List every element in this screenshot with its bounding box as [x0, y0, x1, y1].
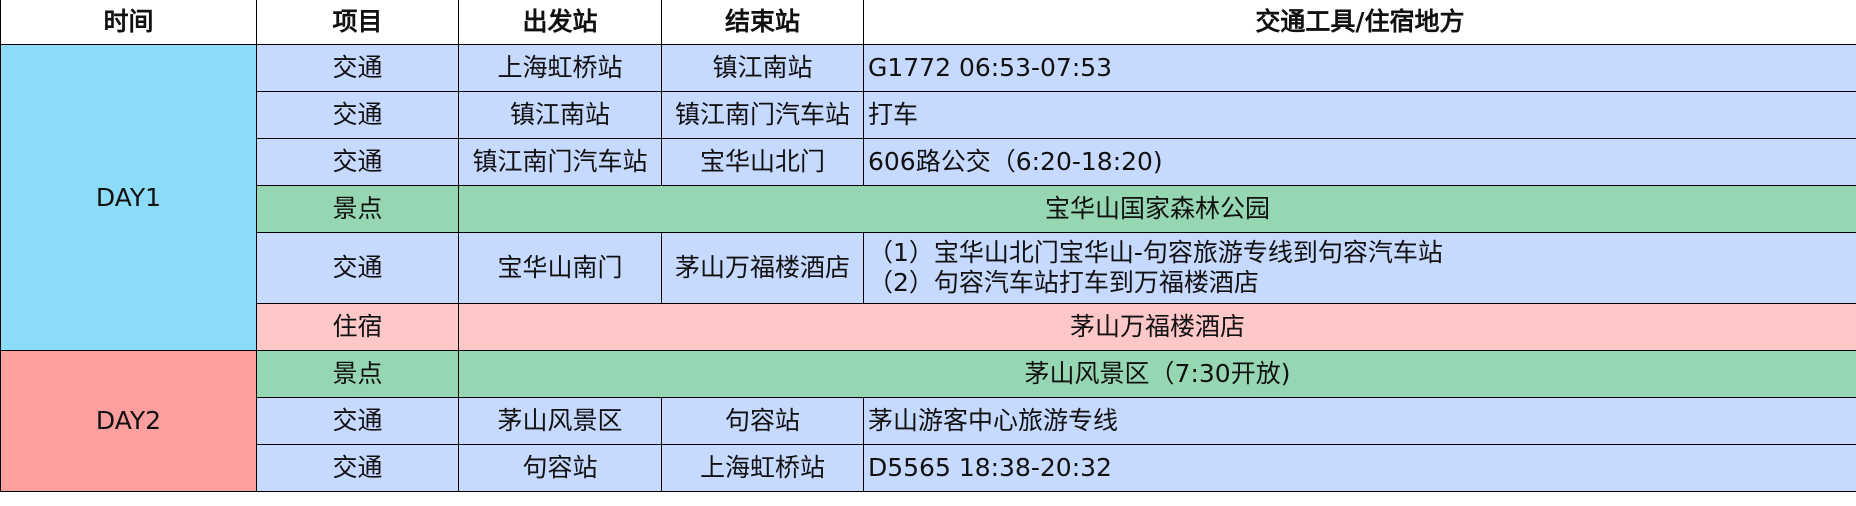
table-row: 住宿 茅山万福楼酒店	[1, 303, 1856, 351]
scenic-detail-cell: 茅山风景区（7:30开放)	[458, 350, 1856, 398]
detail-cell: 606路公交（6:20-18:20)	[863, 138, 1856, 186]
detail-cell: 打车	[863, 91, 1856, 139]
table-row: 交通 句容站 上海虹桥站 D5565 18:38-20:32	[1, 444, 1856, 492]
from-cell: 镇江南站	[458, 91, 662, 139]
detail-cell: G1772 06:53-07:53	[863, 44, 1856, 92]
from-cell: 上海虹桥站	[458, 44, 662, 92]
day1-cell: DAY1	[0, 44, 257, 351]
item-cell: 交通	[256, 444, 459, 492]
to-cell: 茅山万福楼酒店	[661, 232, 864, 304]
table-row: 交通 宝华山南门 茅山万福楼酒店 （1）宝华山北门宝华山-句容旅游专线到句容汽车…	[1, 232, 1856, 304]
item-cell: 住宿	[256, 303, 459, 351]
detail-cell: D5565 18:38-20:32	[863, 444, 1856, 492]
from-cell: 茅山风景区	[458, 397, 662, 445]
table-row: DAY1 交通 上海虹桥站 镇江南站 G1772 06:53-07:53	[0, 44, 1856, 351]
detail-cell: 茅山游客中心旅游专线	[863, 397, 1856, 445]
to-cell: 句容站	[661, 397, 864, 445]
item-cell: 交通	[256, 232, 459, 304]
to-cell: 宝华山北门	[661, 138, 864, 186]
item-cell: 交通	[256, 91, 459, 139]
to-cell: 上海虹桥站	[661, 444, 864, 492]
item-cell: 交通	[256, 138, 459, 186]
from-cell: 句容站	[458, 444, 662, 492]
item-cell: 景点	[256, 350, 459, 398]
header-detail: 交通工具/住宿地方	[863, 0, 1856, 45]
header-item: 项目	[256, 0, 459, 45]
table-row: 景点 宝华山国家森林公园	[1, 185, 1856, 233]
scenic-detail-cell: 宝华山国家森林公园	[458, 185, 1856, 233]
to-cell: 镇江南站	[661, 44, 864, 92]
table-row: 交通 镇江南门汽车站 宝华山北门 606路公交（6:20-18:20)	[1, 138, 1856, 186]
table-row: DAY2 景点 茅山风景区（7:30开放)	[0, 350, 1856, 492]
table-row: 交通 镇江南站 镇江南门汽车站 打车	[1, 91, 1856, 139]
itinerary-table: 时间 项目 出发站 结束站 交通工具/住宿地方 DAY1 交通 上海虹桥站 镇江…	[0, 0, 1856, 492]
detail-line: （1）宝华山北门宝华山-句容旅游专线到句容汽车站	[868, 238, 1443, 267]
detail-cell: （1）宝华山北门宝华山-句容旅游专线到句容汽车站 （2）句容汽车站打车到万福楼酒…	[863, 232, 1856, 304]
item-cell: 交通	[256, 397, 459, 445]
header-row: 时间 项目 出发站 结束站 交通工具/住宿地方	[0, 0, 1856, 45]
to-cell: 镇江南门汽车站	[661, 91, 864, 139]
header-from: 出发站	[458, 0, 662, 45]
header-to: 结束站	[661, 0, 864, 45]
item-cell: 交通	[256, 44, 459, 92]
lodging-detail-cell: 茅山万福楼酒店	[458, 303, 1856, 351]
from-cell: 宝华山南门	[458, 232, 662, 304]
day2-cell: DAY2	[0, 350, 257, 492]
from-cell: 镇江南门汽车站	[458, 138, 662, 186]
item-cell: 景点	[256, 185, 459, 233]
header-time: 时间	[0, 0, 257, 45]
table-row: 交通 茅山风景区 句容站 茅山游客中心旅游专线	[1, 397, 1856, 445]
detail-line: （2）句容汽车站打车到万福楼酒店	[868, 268, 1259, 297]
